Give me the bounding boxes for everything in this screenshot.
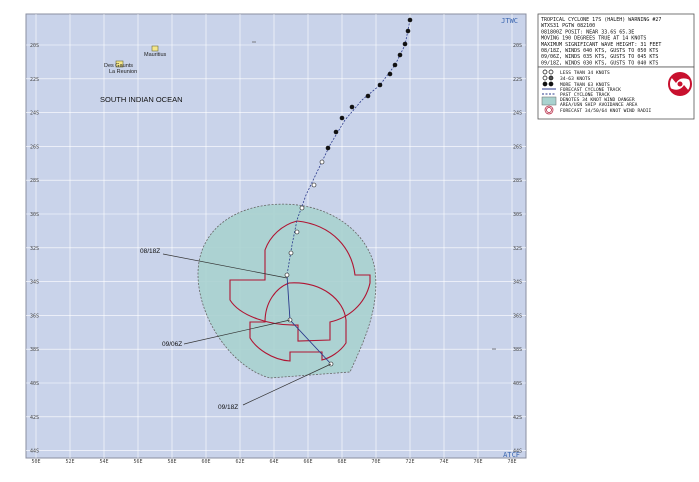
map-canvas: 20S 20S 22S 22S 24S 24S 26S 26S 28S 28S 30S 30S 32S 3… <box>25 13 695 465</box>
lat-label-left: 38S <box>30 347 39 353</box>
lat-label-left: 28S <box>30 178 39 184</box>
lon-label: 74E <box>439 459 448 465</box>
lat-label-left: 22S <box>30 77 39 83</box>
mauritius-island <box>151 45 159 52</box>
legend-item: 34-63 KNOTS <box>560 76 591 82</box>
lat-label-right: 24S <box>513 111 522 117</box>
track-point-strong <box>333 129 339 135</box>
track-point-weak <box>299 205 305 211</box>
track-point-weak <box>319 159 325 165</box>
legend-item: LESS THAN 34 KNOTS <box>560 70 610 76</box>
symbol-34-63 <box>542 75 548 81</box>
label-reunion: La Reunion <box>109 69 137 75</box>
track-point-strong <box>377 82 383 88</box>
info-line: MAXIMUM SIGNIFICANT WAVE HEIGHT: 31 FEET <box>541 42 661 48</box>
lat-label-right: 26S <box>513 144 522 150</box>
track-point-weak <box>284 272 290 278</box>
lat-label-left: 40S <box>30 381 39 387</box>
track-point-strong <box>339 115 345 121</box>
track-point-strong <box>387 71 393 77</box>
time-label-0818z: 08/18Z <box>140 248 160 255</box>
lat-label-right: 38S <box>513 347 522 353</box>
lon-label: 68E <box>337 459 346 465</box>
info-line: 081800Z POSIT: NEAR 33.6S 65.3E <box>541 29 634 35</box>
lat-label-right: 40S <box>513 381 522 387</box>
info-line: 08/18Z, WINDS 040 KTS, GUSTS TO 050 KTS <box>541 48 658 54</box>
lat-label-right: 42S <box>513 415 522 421</box>
agency-label-bottom: ATCF <box>503 451 520 459</box>
info-line: MOVING 190 DEGREES TRUE AT 14 KNOTS <box>541 36 646 42</box>
lat-label-left: 32S <box>30 246 39 252</box>
lon-label: 62E <box>235 459 244 465</box>
lon-label: 64E <box>269 459 278 465</box>
region-label: SOUTH INDIAN OCEAN <box>100 95 183 104</box>
track-point-weak <box>288 250 294 256</box>
lat-label-left: 26S <box>30 144 39 150</box>
lon-label: 72E <box>405 459 414 465</box>
track-point-weak <box>294 229 300 235</box>
cyclone-logo <box>668 72 692 96</box>
lon-label: 70E <box>371 459 380 465</box>
lat-label-left: 30S <box>30 212 39 218</box>
lon-label: 52E <box>65 459 74 465</box>
legend-item: FORECAST 34/50/64 KNOT WIND RADII <box>560 108 652 114</box>
lat-label-right: 36S <box>513 313 522 319</box>
lat-label-left: 44S <box>30 449 39 455</box>
lat-label-left: 20S <box>30 43 39 49</box>
info-line: 09/06Z, WINDS 035 KTS, GUSTS TO 045 KTS <box>541 54 658 60</box>
lon-label: 60E <box>201 459 210 465</box>
time-label-0918z: 09/18Z <box>218 404 238 411</box>
track-point-strong <box>349 104 355 110</box>
symbol-gt63 <box>542 81 548 87</box>
track-point-strong <box>397 52 403 58</box>
track-point-strong <box>325 145 331 151</box>
lat-label-right: 32S <box>513 246 522 252</box>
agency-label-top: JTWC <box>501 17 518 25</box>
lat-label-right: 28S <box>513 178 522 184</box>
symbol-danger-area <box>541 96 557 106</box>
info-line: 09/18Z, WINDS 030 KTS, GUSTS TO 040 KTS <box>541 60 658 66</box>
lon-label: 54E <box>99 459 108 465</box>
lon-label: 50E <box>31 459 40 465</box>
lat-label-left: 34S <box>30 280 39 286</box>
label-mauritius: Mauritius <box>144 52 167 58</box>
track-point-strong <box>407 17 413 23</box>
lat-label-left: 42S <box>30 415 39 421</box>
info-line: TROPICAL CYCLONE 17S (HALEH) WARNING #27 <box>541 17 661 23</box>
longitude-labels: 50E 52E 54E 56E 58E 60E 62E 64E 66E 68E 70E 72E 74E 7… <box>31 459 516 465</box>
lon-label: 66E <box>303 459 312 465</box>
lon-label: 56E <box>133 459 142 465</box>
lat-label-right: 22S <box>513 77 522 83</box>
warning-graphic: 20S 20S 22S 22S 24S 24S 26S 26S 28S 28S 30S 30S 32S 3… <box>0 0 699 478</box>
legend-item: AREA/USN SHIP AVOIDANCE AREA <box>560 102 638 108</box>
info-line: WTXS31 PGTW 082100 <box>541 23 595 29</box>
lat-label-right: 30S <box>513 212 522 218</box>
time-label-0906z: 09/06Z <box>162 341 182 348</box>
track-point-strong <box>392 62 398 68</box>
lon-label: 76E <box>473 459 482 465</box>
lat-label-right: 20S <box>513 43 522 49</box>
track-point-strong <box>365 93 371 99</box>
lat-label-left: 24S <box>30 111 39 117</box>
lon-label: 78E <box>507 459 516 465</box>
track-point-strong <box>402 41 408 47</box>
track-point-weak <box>311 182 317 188</box>
lat-label-left: 36S <box>30 313 39 319</box>
track-point-strong <box>405 28 411 34</box>
lon-label: 58E <box>167 459 176 465</box>
lat-label-right: 34S <box>513 280 522 286</box>
